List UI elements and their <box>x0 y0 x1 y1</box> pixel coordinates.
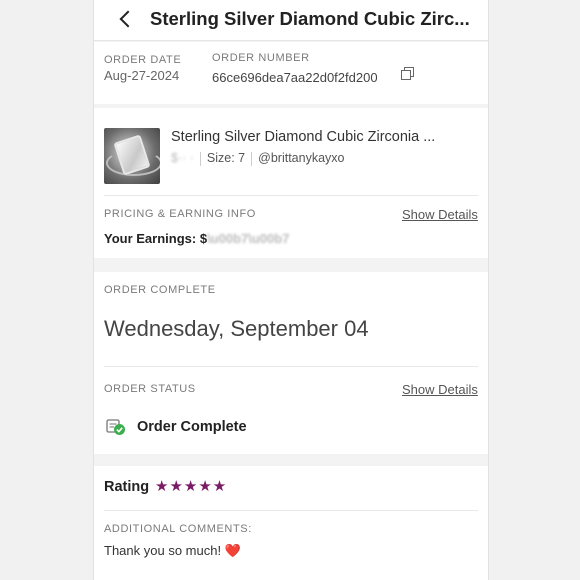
order-status-label: ORDER STATUS <box>104 383 196 395</box>
rating-stars: ★★★★★ <box>155 478 228 495</box>
product-thumbnail[interactable] <box>104 128 160 184</box>
product-size: Size: 7 <box>206 151 246 165</box>
divider <box>104 195 478 196</box>
item-panel: Sterling Silver Diamond Cubic Zirconia .… <box>94 108 488 258</box>
additional-comments-label: ADDITIONAL COMMENTS: <box>104 523 252 535</box>
price-obscured: $·· · <box>171 151 194 165</box>
copy-icon[interactable] <box>401 67 414 80</box>
order-date-value: Aug-27-2024 <box>104 68 180 83</box>
order-number-label: ORDER NUMBER <box>212 52 310 64</box>
divider <box>104 510 478 511</box>
heart-icon: ❤️ <box>224 543 241 558</box>
status-show-details-link[interactable]: Show Details <box>402 382 478 397</box>
divider <box>104 366 478 367</box>
order-date-label: ORDER DATE <box>104 54 182 66</box>
pricing-label: PRICING & EARNING INFO <box>104 208 256 220</box>
back-chevron-icon[interactable] <box>119 10 137 28</box>
page-title: Sterling Silver Diamond Cubic Zirc... <box>150 8 470 29</box>
order-details-screen: Sterling Silver Diamond Cubic Zirc... OR… <box>93 0 489 580</box>
order-info-panel: ORDER DATE Aug-27-2024 ORDER NUMBER 66ce… <box>94 42 488 104</box>
earnings-obscured: \u00b7\u00b7 <box>207 231 290 246</box>
order-number-value[interactable]: 66ce696dea7aa22d0f2fd200 <box>212 70 378 85</box>
divider <box>251 151 253 166</box>
pricing-show-details-link[interactable]: Show Details <box>402 207 478 222</box>
order-status-panel: ORDER COMPLETE Wednesday, September 04 O… <box>94 272 488 454</box>
rating-label: Rating <box>104 479 150 495</box>
completion-date: Wednesday, September 04 <box>104 316 369 341</box>
order-status-value: Order Complete <box>137 419 247 435</box>
earnings-label: Your Earnings: $ <box>104 231 208 246</box>
product-name[interactable]: Sterling Silver Diamond Cubic Zirconia .… <box>171 129 435 145</box>
comment-text: Thank you so much! ❤️ <box>104 543 241 559</box>
order-complete-label: ORDER COMPLETE <box>104 284 216 296</box>
earnings-text: Your Earnings: $\u00b7\u00b7 <box>104 231 289 246</box>
top-bar: Sterling Silver Diamond Cubic Zirc... <box>94 0 488 41</box>
divider <box>199 151 201 166</box>
comment-body: Thank you so much! <box>104 543 222 558</box>
rating-panel: Rating ★★★★★ ADDITIONAL COMMENTS: Thank … <box>94 466 488 580</box>
product-meta: $·· · Size: 7 @brittanykayxo <box>171 151 344 166</box>
order-complete-check-icon <box>106 419 125 435</box>
seller-handle[interactable]: @brittanykayxo <box>258 151 344 165</box>
